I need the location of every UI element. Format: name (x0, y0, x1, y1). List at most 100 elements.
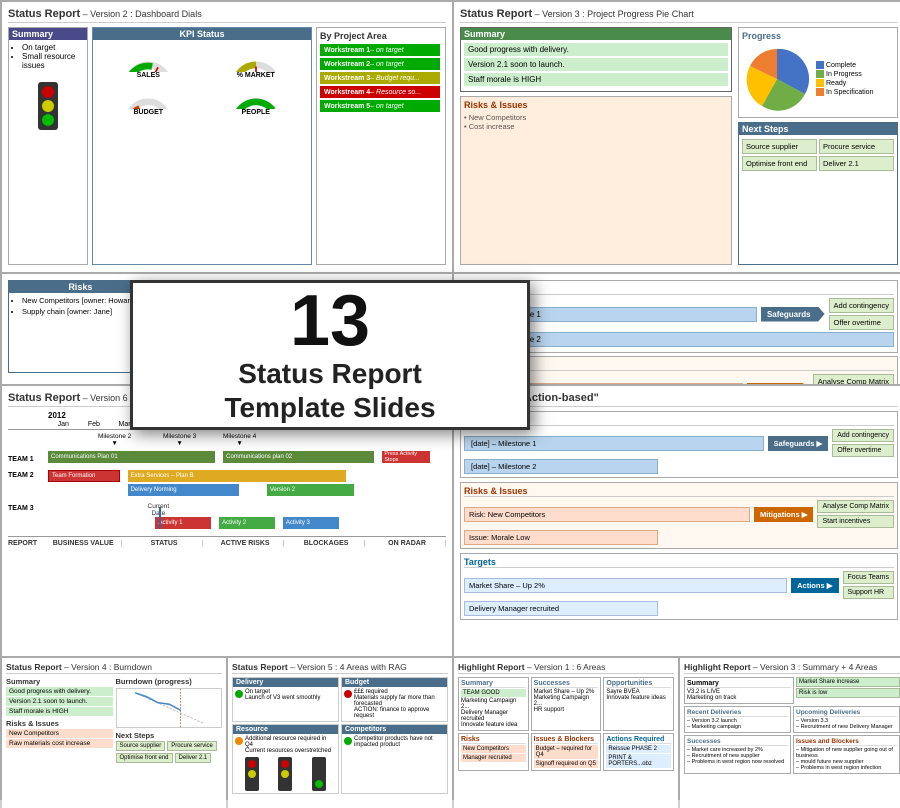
highlight2-top: Summary V3.2 is LIVE Marketing on track … (684, 677, 900, 704)
hl2-issues: Issues and Blockers – Mitigation of new … (793, 735, 900, 774)
gauge-market (231, 44, 281, 72)
workstream-4: Workstream 4 – Resource so... (320, 86, 442, 98)
pie-legend: Complete In Progress Ready (816, 61, 873, 97)
ns-item-4: Deliver 2.1 (819, 156, 894, 171)
report-section: REPORT BUSINESS VALUE STATUS ACTIVE RISK… (8, 536, 446, 547)
team-1-bar-1: Communications Plan 01 (48, 451, 215, 463)
hl-issues: Issues & Blockers Budget – required for … (531, 733, 602, 771)
ws-bar-2: Workstream 2 – on target (320, 58, 440, 70)
safeguard-actions: Add contingency Offer overtime (829, 298, 894, 330)
slide2-left: Summary Good progress with delivery. Ver… (460, 27, 732, 265)
team-2-bar-2: Extra Services – Plan B (128, 470, 347, 482)
team-2-gantt: Team Formation Extra Services – Plan B D… (48, 470, 446, 500)
risks-issues-box: Risks & Issues • New Competitors • Cost … (460, 96, 732, 265)
ws-bar-3: Workstream 3 – Budget requ... (320, 72, 440, 84)
milestone-3: Milestone 3▼ (163, 433, 196, 447)
slide6-action-items: Focus Teams Support HR (843, 571, 895, 599)
kpi-title: KPI Status (93, 28, 311, 40)
team-2-content: TEAM 2 Team Formation Extra Services – P… (8, 470, 446, 500)
mini-next-steps: Source supplier Procure service Optimise… (116, 741, 223, 763)
hl2-upcoming: Upcoming Deliveries – Version 3.3– Recru… (793, 706, 900, 733)
slide2-content: Summary Good progress with delivery. Ver… (460, 27, 898, 265)
team-1-label: TEAM 1 (8, 456, 48, 463)
team-1-bar-2: Communications plan 02 (223, 451, 374, 463)
report-blockages: BLOCKAGES (288, 540, 365, 547)
team-1-bar-3: Press Activity Stops (382, 451, 430, 463)
overlay-number: 13 (290, 285, 370, 357)
rag-dot-delivery (235, 690, 243, 698)
slide6-target-2: Delivery Manager recruited (464, 601, 658, 616)
slide6-target-row1: Market Share – Up 2% Actions ▶ Focus Tea… (464, 571, 894, 599)
team-1-gantt: Communications Plan 01 Communications pl… (48, 451, 446, 467)
dial-sales-label: SALES (137, 72, 160, 79)
current-date-line (159, 507, 161, 529)
traffic-mini-1 (245, 757, 259, 791)
team-2-bar-4: Version 2 (267, 484, 355, 496)
highlight1-grid: Summary TEAM GOOD Marketing Campaign 2..… (458, 677, 674, 771)
by-project-title: By Project Area (320, 31, 442, 41)
slide-1: Status Report – Version 2 : Dashboard Di… (2, 2, 452, 272)
slide6-risk-1: Risk: New Competitors (464, 507, 750, 522)
mini-highlight1: Highlight Report – Version 1 : 6 Areas S… (454, 658, 678, 808)
report-label: REPORT (8, 540, 37, 547)
slide6-dates-row1: [date] – Milestone 1 Safeguards ▶ Add co… (464, 429, 894, 457)
risks-list: New Competitors [owner: Howard] Supply c… (12, 296, 149, 316)
dial-people-label: PEOPLE (242, 109, 270, 116)
dials-row: SALES % MARKET (96, 44, 308, 79)
slide6-actions: Actions ▶ (791, 578, 838, 593)
hl2-successes: Successes – Market care increased by 2%–… (684, 735, 791, 774)
slide6-risks: Risks & Issues Risk: New Competitors Mit… (460, 482, 898, 549)
ns-item-2: Procure service (819, 139, 894, 154)
team-3-bar-2: Activity 2 (219, 517, 275, 529)
traffic-mini-3 (312, 757, 326, 791)
report-radar: ON RADAR (369, 540, 446, 547)
next-steps-title: Next Steps (739, 123, 897, 135)
mini-burndown-right: Burndown (progress) Next Steps Source su… (116, 677, 223, 763)
slide6-targets-title: Targets (464, 557, 894, 568)
hl-successes: Successes Market Share – Up 2% Marketing… (531, 677, 602, 731)
workstream-1: Workstream 1 – on target (320, 44, 442, 56)
ws-bar-5: Workstream 5 – on target (320, 100, 440, 112)
burndown-chart (116, 688, 223, 728)
pie-chart (742, 44, 812, 114)
mini-rag: Status Report – Version 5 : 4 Areas with… (228, 658, 452, 808)
slide6-safeguards: Safeguards ▶ (768, 436, 829, 451)
gauge-svg-sales (123, 44, 173, 72)
slide2-title: Status Report – Version 3 : Project Prog… (460, 8, 898, 23)
report-risks: ACTIVE RISKS (207, 540, 284, 547)
hl-opportunities: Opportunities Sayre BVEA Innovate featur… (603, 677, 674, 731)
team-3-gantt: Activity 1 Activity 2 Activity 3 Current… (48, 503, 446, 533)
rag-delivery: Delivery On targetLaunch of V3 went smoo… (232, 677, 339, 722)
next-steps-box: Next Steps Source supplier Procure servi… (738, 122, 898, 265)
green-summary-title: Summary (461, 28, 731, 40)
safeguards-label: Safeguards (761, 307, 825, 322)
slide6-content: Dates [date] – Milestone 1 Safeguards ▶ … (460, 411, 898, 649)
mini-highlight1-title: Highlight Report – Version 1 : 6 Areas (458, 662, 674, 674)
hl-summary: Summary TEAM GOOD Marketing Campaign 2..… (458, 677, 529, 731)
hl2-summary: Summary V3.2 is LIVE Marketing on track (684, 677, 794, 704)
rag-competitors: Competitors Competitor products have not… (341, 724, 448, 794)
slide6-sa-2: Offer overtime (832, 444, 894, 457)
milestone-2: Milestone 2▼ (98, 433, 131, 447)
slide6-targets: Targets Market Share – Up 2% Actions ▶ F… (460, 553, 898, 620)
bottom-row: Status Report – Version 4 : Burndown Sum… (2, 658, 900, 808)
slide6-target-1: Market Share – Up 2% (464, 578, 787, 593)
traffic-lights-row (235, 757, 336, 791)
rag-dot-competitors (344, 737, 352, 745)
slide6-ai-1: Focus Teams (843, 571, 895, 584)
mini-risks-title: Risks & Issues (6, 719, 113, 728)
team-3-content: TEAM 3 Activity 1 Activity 2 Activity 3 … (8, 503, 446, 533)
team-1-content: TEAM 1 Communications Plan 01 Communicat… (8, 451, 446, 467)
mitigations-label: Mitigations (747, 383, 809, 385)
pie-container: Complete In Progress Ready (742, 44, 894, 114)
mini-burndown-left: Summary Good progress with delivery. Ver… (6, 677, 113, 763)
hl-risks: Risks New Competitors Manager recruited (458, 733, 529, 771)
hl2-recent: Recent Deliveries – Version 3.2 launch– … (684, 706, 791, 733)
hl2-summary-right: Market Share increase Risk is low (796, 677, 900, 704)
team-3-bar-1: Activity 1 (155, 517, 211, 529)
by-project-area: By Project Area Workstream 1 – on target… (316, 27, 446, 265)
gauge-svg-people (231, 81, 281, 109)
next-steps-grid: Source supplier Procure service Optimise… (742, 139, 894, 171)
slide6-ai-2: Support HR (843, 586, 895, 599)
team-3-row: TEAM 3 Activity 1 Activity 2 Activity 3 … (8, 503, 446, 533)
